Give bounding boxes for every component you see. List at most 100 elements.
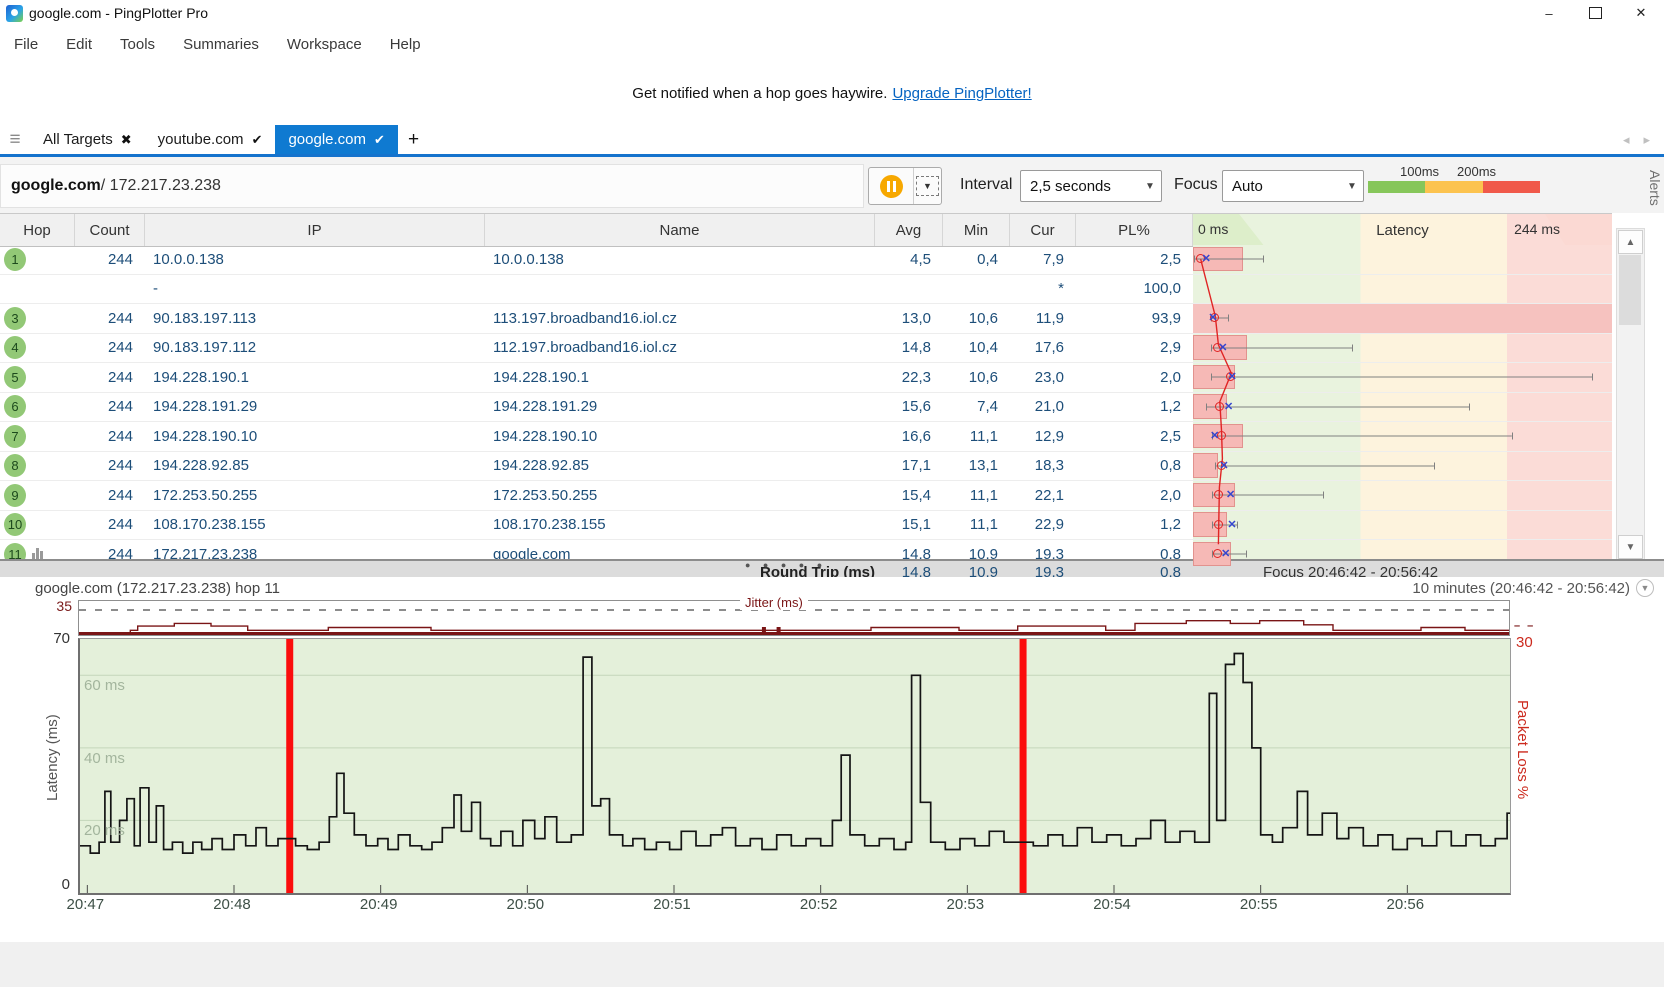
menu-tools[interactable]: Tools	[106, 36, 169, 53]
table-row[interactable]: 8 244 194.228.92.85 194.228.92.85 17,1 1…	[0, 452, 1612, 482]
table-scrollbar[interactable]: ▲ ▼	[1616, 228, 1645, 561]
min-cell: 10,6	[943, 304, 1010, 333]
table-row[interactable]: - * 100,0	[0, 275, 1612, 305]
header-latency[interactable]: 0 ms Latency 244 ms	[1193, 214, 1612, 246]
latency-cell: ✕	[1193, 452, 1612, 481]
pause-dropdown-button[interactable]: ▼	[914, 168, 941, 204]
latency-cell: ✕	[1193, 511, 1612, 540]
table-row[interactable]: 3 244 90.183.197.113 113.197.broadband16…	[0, 304, 1612, 334]
ip-cell: 194.228.92.85	[145, 452, 485, 481]
table-row[interactable]: 9 244 172.253.50.255 172.253.50.255 15,4…	[0, 481, 1612, 511]
latency-timeline-plot[interactable]	[78, 638, 1511, 895]
focus-select[interactable]: Auto ▼	[1222, 170, 1364, 202]
time-tick-label: 20:49	[354, 896, 404, 913]
latency-cell: ✕	[1193, 245, 1612, 274]
scroll-up-icon[interactable]: ▲	[1618, 230, 1643, 254]
menu-summaries[interactable]: Summaries	[169, 36, 273, 53]
cur-cell: *	[1010, 275, 1076, 304]
scrollbar-thumb[interactable]	[1619, 255, 1641, 325]
alerts-side-tab[interactable]: Alerts	[1646, 162, 1663, 214]
name-cell: 172.253.50.255	[485, 481, 875, 510]
chevron-down-icon[interactable]: ▼	[1636, 579, 1654, 597]
timeline-title: google.com (172.217.23.238) hop 11	[35, 580, 280, 597]
cur-cell: 22,1	[1010, 481, 1076, 510]
avg-cell: 15,4	[875, 481, 943, 510]
header-name[interactable]: Name	[485, 214, 875, 246]
header-count[interactable]: Count	[75, 214, 145, 246]
time-tick-label: 20:51	[647, 896, 697, 913]
tab-youtube[interactable]: youtube.com ✔	[145, 125, 276, 154]
menu-workspace[interactable]: Workspace	[273, 36, 376, 53]
hop-badge: 4	[4, 336, 26, 359]
current-marker-icon: ✕	[1224, 399, 1233, 415]
table-row[interactable]: 5 244 194.228.190.1 194.228.190.1 22,3 1…	[0, 363, 1612, 393]
chevron-down-icon: ▼	[1341, 181, 1363, 192]
table-row[interactable]: 1 244 10.0.0.138 10.0.0.138 4,5 0,4 7,9 …	[0, 245, 1612, 275]
cur-cell: 21,0	[1010, 393, 1076, 422]
pause-button[interactable]	[869, 168, 914, 204]
latency-axis-min: 0	[30, 876, 70, 893]
min-cell: 11,1	[943, 422, 1010, 451]
tab-all-targets[interactable]: All Targets ✖	[30, 125, 145, 154]
table-row[interactable]: 7 244 194.228.190.10 194.228.190.10 16,6…	[0, 422, 1612, 452]
cur-cell: 23,0	[1010, 363, 1076, 392]
table-row[interactable]: 10 244 108.170.238.155 108.170.238.155 1…	[0, 511, 1612, 541]
tab-scroll-right-icon[interactable]: ▸	[1643, 132, 1650, 148]
header-pl[interactable]: PL%	[1076, 214, 1193, 246]
scroll-down-icon[interactable]: ▼	[1618, 535, 1643, 559]
avg-marker-icon	[1214, 520, 1223, 529]
interval-select[interactable]: 2,5 seconds ▼	[1020, 170, 1162, 202]
target-ip: / 172.217.23.238	[101, 177, 221, 195]
menu-edit[interactable]: Edit	[52, 36, 106, 53]
app-icon	[6, 5, 23, 22]
latency-cell: ✕	[1193, 334, 1612, 363]
upgrade-link[interactable]: Upgrade PingPlotter!	[892, 85, 1031, 102]
tab-scroll-left-icon[interactable]: ◂	[1623, 132, 1630, 148]
hamburger-icon[interactable]: ≡	[0, 125, 30, 154]
hop-badge: 3	[4, 307, 26, 330]
table-row[interactable]: 6 244 194.228.191.29 194.228.191.29 15,6…	[0, 393, 1612, 423]
splitter-handle[interactable]: ● ● ● ● ●	[745, 560, 827, 570]
target-name-field[interactable]: google.com / 172.217.23.238	[0, 164, 864, 208]
check-icon: ✔	[374, 132, 385, 148]
title-bar: google.com - PingPlotter Pro – ✕	[0, 0, 1664, 26]
header-ip[interactable]: IP	[145, 214, 485, 246]
packet-loss-cell: 100,0	[1076, 275, 1193, 304]
min-cell: 13,1	[943, 452, 1010, 481]
timeline-range-selector[interactable]: 10 minutes (20:46:42 - 20:56:42)	[1412, 580, 1630, 597]
focus-label: Focus	[1174, 176, 1218, 194]
current-marker-icon: ✕	[1202, 251, 1211, 267]
latency-axis-title: Latency (ms)	[44, 698, 61, 818]
current-marker-icon: ✕	[1218, 340, 1227, 356]
header-min[interactable]: Min	[943, 214, 1010, 246]
pause-icon	[880, 175, 903, 198]
current-marker-icon: ✕	[1221, 546, 1230, 562]
hop-badge: 1	[4, 248, 26, 271]
tab-google[interactable]: google.com ✔	[275, 125, 397, 154]
avg-cell: 14,8	[875, 334, 943, 363]
new-target-button[interactable]: +	[398, 125, 429, 154]
ip-cell: 108.170.238.155	[145, 511, 485, 540]
minimize-button[interactable]: –	[1526, 0, 1572, 26]
close-button[interactable]: ✕	[1618, 0, 1664, 26]
ip-cell: 90.183.197.112	[145, 334, 485, 363]
table-row[interactable]: 4 244 90.183.197.112 112.197.broadband16…	[0, 334, 1612, 364]
min-cell: 11,1	[943, 481, 1010, 510]
header-avg[interactable]: Avg	[875, 214, 943, 246]
target-host: google.com	[11, 177, 101, 195]
latency-cell: ✕	[1193, 393, 1612, 422]
maximize-button[interactable]	[1572, 0, 1618, 26]
current-marker-icon: ✕	[1226, 487, 1235, 503]
menu-help[interactable]: Help	[376, 36, 435, 53]
cur-cell: 17,6	[1010, 334, 1076, 363]
time-tick-label: 20:55	[1234, 896, 1284, 913]
header-hop[interactable]: Hop	[0, 214, 75, 246]
ip-cell: 194.228.190.10	[145, 422, 485, 451]
check-icon: ✔	[252, 132, 263, 148]
close-tab-icon[interactable]: ✖	[121, 132, 132, 148]
avg-marker-icon	[1215, 402, 1224, 411]
menu-file[interactable]: File	[0, 36, 52, 53]
header-cur[interactable]: Cur	[1010, 214, 1076, 246]
packet-loss-cell: 2,0	[1076, 363, 1193, 392]
pause-split-button: ▼	[868, 167, 942, 205]
